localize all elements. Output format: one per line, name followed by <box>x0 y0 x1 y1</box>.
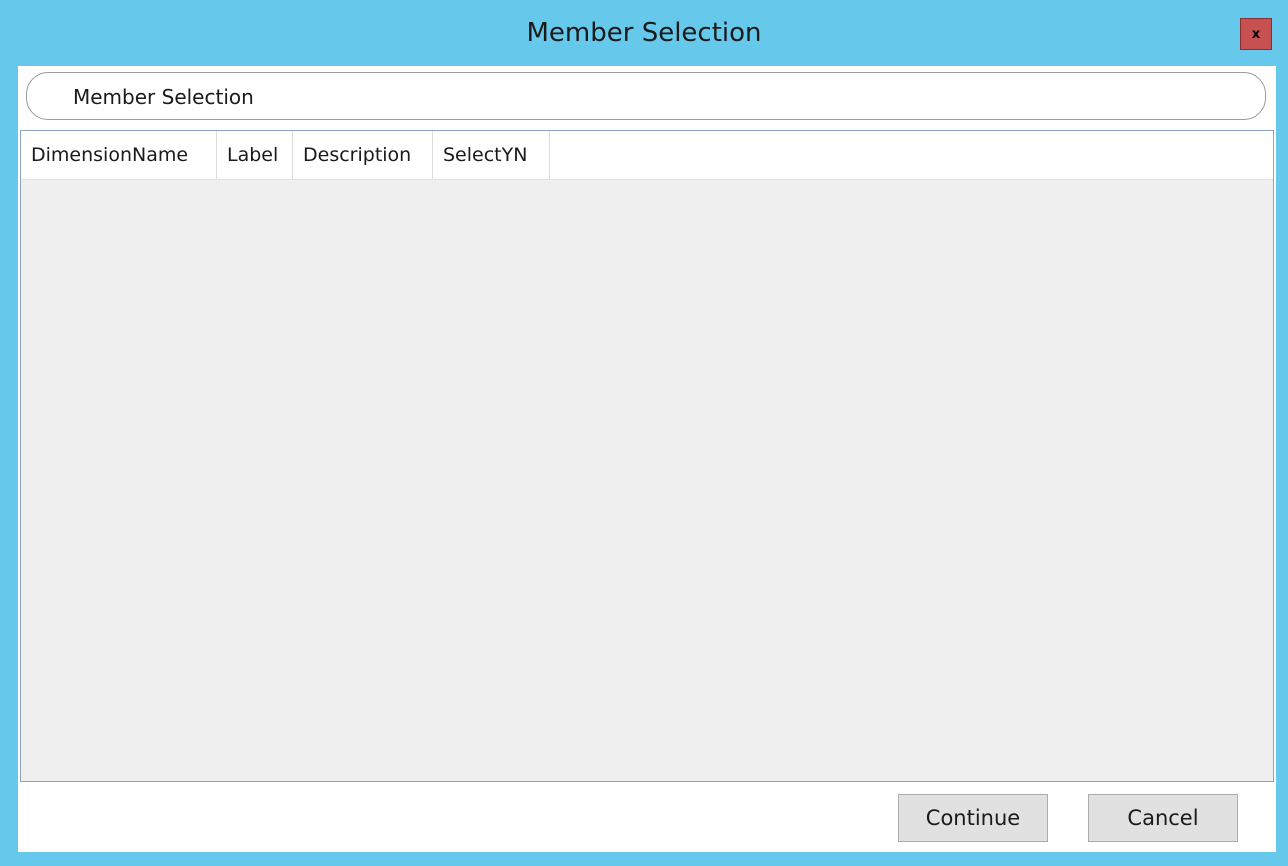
column-header-label[interactable]: Label <box>217 131 293 179</box>
member-grid[interactable]: DimensionName Label Description SelectYN <box>20 130 1274 782</box>
title-bar[interactable]: Member Selection x <box>0 0 1288 66</box>
column-header-description[interactable]: Description <box>293 131 433 179</box>
member-selection-window: Member Selection x Member Selection Dime… <box>0 0 1288 866</box>
continue-button[interactable]: Continue <box>898 794 1048 842</box>
close-button[interactable]: x <box>1240 18 1272 50</box>
group-header-label: Member Selection <box>73 85 254 109</box>
close-icon: x <box>1251 26 1261 42</box>
group-header: Member Selection <box>26 72 1266 120</box>
dialog-footer: Continue Cancel <box>18 782 1276 852</box>
column-header-select-yn[interactable]: SelectYN <box>433 131 550 179</box>
window-title: Member Selection <box>526 18 762 48</box>
grid-header: DimensionName Label Description SelectYN <box>21 131 1273 180</box>
column-header-dimension-name[interactable]: DimensionName <box>21 131 217 179</box>
cancel-button[interactable]: Cancel <box>1088 794 1238 842</box>
dialog-body: Member Selection DimensionName Label Des… <box>18 66 1276 852</box>
